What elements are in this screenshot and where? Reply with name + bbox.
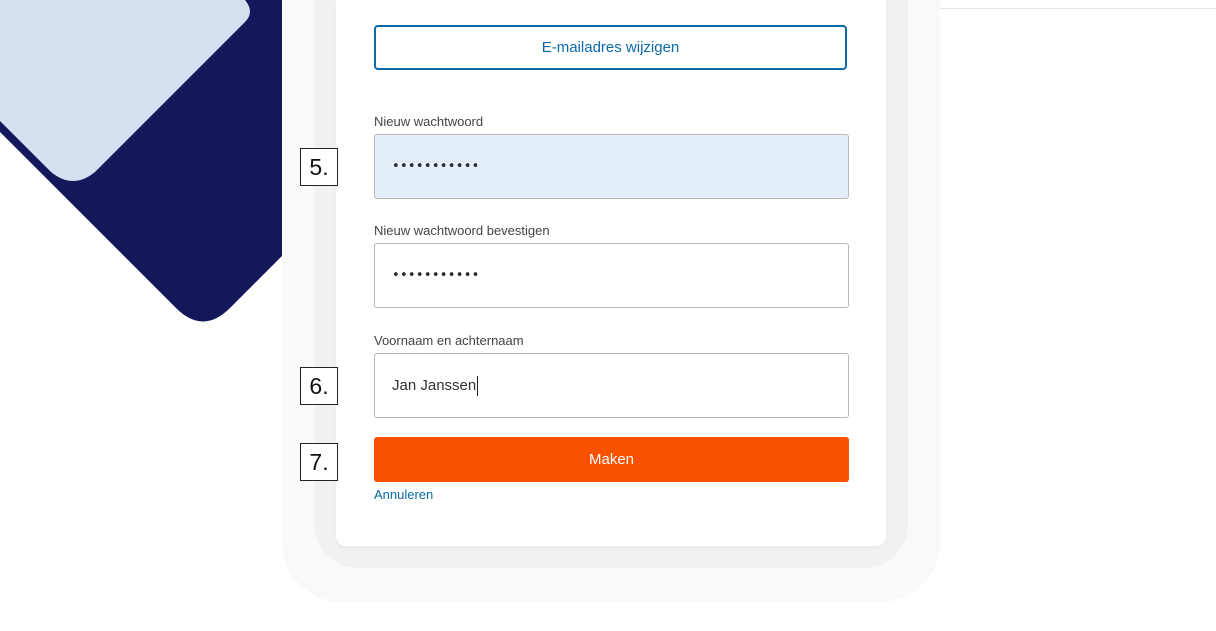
confirm-password-field[interactable]: ••••••••••• — [374, 243, 849, 308]
step-6-badge: 6. — [300, 367, 338, 405]
confirm-password-value: ••••••••••• — [392, 268, 480, 283]
text-caret — [477, 375, 479, 396]
new-password-value: ••••••••••• — [392, 159, 480, 174]
create-button[interactable]: Maken — [374, 437, 849, 482]
full-name-label: Voornaam en achternaam — [374, 333, 524, 348]
change-email-button[interactable]: E-mailadres wijzigen — [374, 25, 847, 70]
new-password-label: Nieuw wachtwoord — [374, 114, 484, 129]
confirm-password-label: Nieuw wachtwoord bevestigen — [374, 223, 550, 238]
step-5-badge: 5. — [300, 148, 338, 186]
full-name-field[interactable]: Jan Janssen — [374, 353, 849, 418]
cancel-link[interactable]: Annuleren — [374, 487, 433, 502]
step-7-badge: 7. — [300, 443, 338, 481]
full-name-value: Jan Janssen — [392, 377, 477, 394]
new-password-field[interactable]: ••••••••••• — [374, 134, 849, 199]
